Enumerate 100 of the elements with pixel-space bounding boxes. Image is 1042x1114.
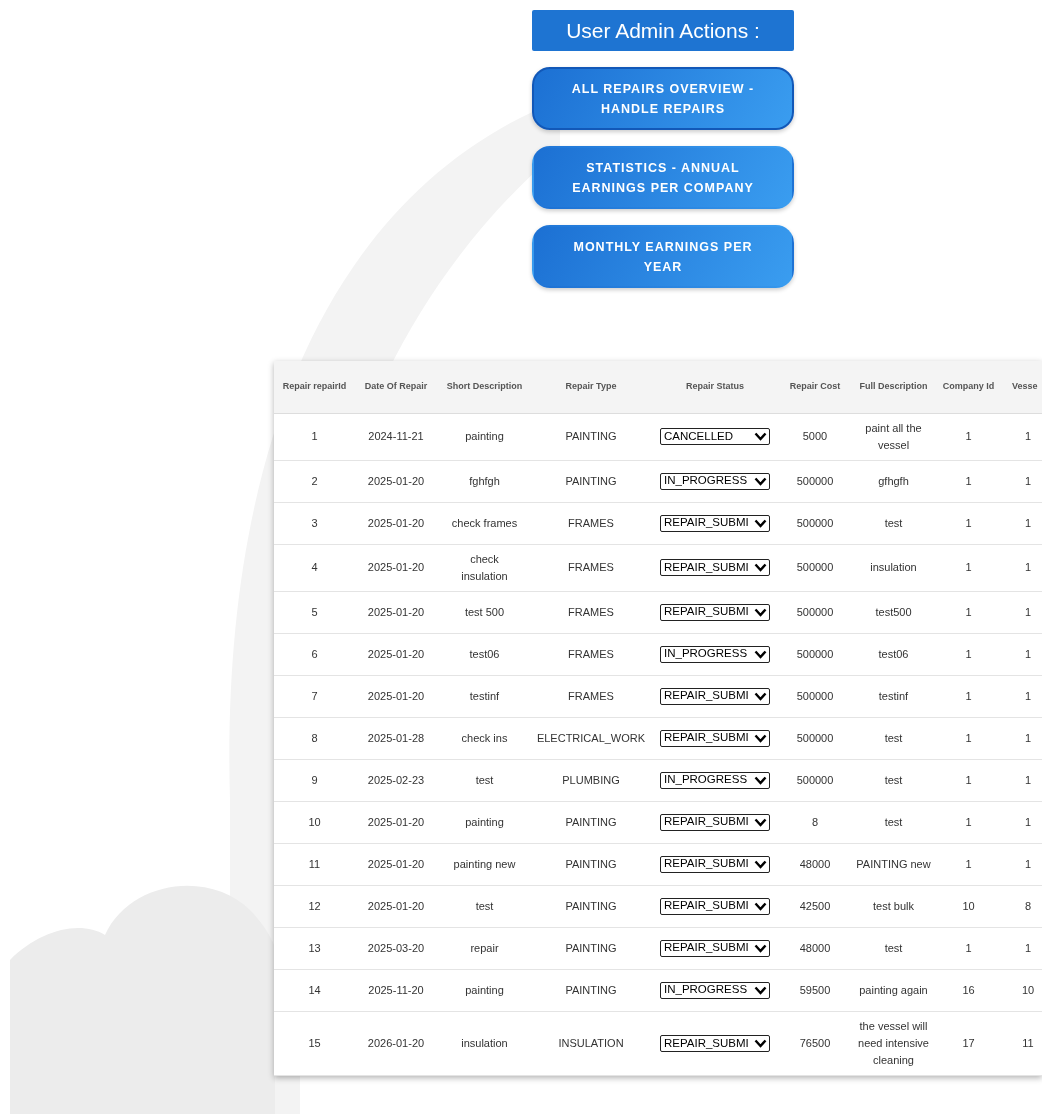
table-cell: 14 <box>308 983 321 996</box>
table-cell: 2025-01-20 <box>367 474 425 487</box>
chevron-down-icon <box>754 817 767 827</box>
table-cell: 1 <box>1024 689 1032 702</box>
chevron-down-icon <box>754 432 767 442</box>
table-cell: 17 <box>962 1036 975 1049</box>
table-cell: test <box>475 773 494 786</box>
table-cell: 1 <box>965 689 972 702</box>
table-cell: FRAMES <box>568 647 614 660</box>
table-cell: 500000 <box>796 731 834 744</box>
table-cell: 1 <box>1024 430 1032 442</box>
table-cell: 2025-01-20 <box>367 689 425 702</box>
chevron-down-icon <box>754 476 767 486</box>
table-cell: 8 <box>311 731 318 744</box>
status-dropdown[interactable]: IN_PROGRESS <box>660 771 770 789</box>
table-cell: painting <box>465 430 504 442</box>
table-cell: painting <box>465 983 504 996</box>
table-cell: test <box>884 773 903 786</box>
table-cell: gfhgfh <box>878 474 909 487</box>
table-cell: painting again <box>859 983 928 996</box>
table-cell: 2 <box>311 474 318 487</box>
table-cell: 6 <box>311 647 318 660</box>
status-dropdown[interactable]: IN_PROGRESS <box>660 645 770 663</box>
status-dropdown[interactable]: IN_PROGRESS <box>660 981 770 999</box>
table-cell: 59500 <box>799 983 831 996</box>
table-cell: FRAMES <box>568 561 614 574</box>
table-cell: 2025-02-23 <box>367 773 425 786</box>
table-cell: 1 <box>965 474 972 487</box>
table-cell: 1 <box>1024 647 1032 660</box>
action-button[interactable]: MONTHLY EARNINGS PER YEAR <box>532 225 794 288</box>
table-cell: 5000 <box>802 430 828 442</box>
action-button[interactable]: ALL REPAIRS OVERVIEW - HANDLE REPAIRS <box>532 67 794 130</box>
chevron-down-icon <box>754 901 767 911</box>
status-dropdown[interactable]: REPAIR_SUBMI <box>660 687 770 705</box>
status-dropdown[interactable]: REPAIR_SUBMI <box>660 939 770 957</box>
table-cell: 2025-01-20 <box>367 647 425 660</box>
table-cell: 1 <box>1024 605 1032 618</box>
status-dropdown[interactable]: REPAIR_SUBMI <box>660 813 770 831</box>
chevron-down-icon <box>754 691 767 701</box>
table-cell: insulation <box>461 1036 508 1049</box>
table-cell: 1 <box>965 430 972 442</box>
table-cell: 11 <box>308 857 321 870</box>
table-cell: 1 <box>965 773 972 786</box>
table-cell: 2025-01-20 <box>367 857 425 870</box>
section-title: User Admin Actions : <box>532 10 794 51</box>
table-cell: painting <box>465 815 504 828</box>
table-cell: 1 <box>965 516 972 529</box>
table-cell: 2025-01-20 <box>367 815 425 828</box>
table-cell: 1 <box>1024 731 1032 744</box>
table-cell: check ins <box>461 731 508 744</box>
table-cell: PAINTING <box>565 857 617 870</box>
table-cell: 12 <box>308 899 321 912</box>
status-dropdown[interactable]: REPAIR_SUBMI <box>660 514 770 532</box>
table-cell: 10 <box>962 899 975 912</box>
table-cell: 1 <box>965 731 972 744</box>
table-cell: the vessel will need intensive cleaning <box>858 1019 929 1066</box>
status-dropdown[interactable]: REPAIR_SUBMI <box>660 603 770 621</box>
table-cell: FRAMES <box>568 516 614 529</box>
status-dropdown[interactable]: REPAIR_SUBMI <box>660 855 770 873</box>
table-cell: 500000 <box>796 689 834 702</box>
table-cell: 8 <box>811 815 819 828</box>
table-cell: 1 <box>311 430 318 442</box>
table-cell: test06 <box>469 647 500 660</box>
table-cell: 2025-11-20 <box>368 983 424 996</box>
status-dropdown[interactable]: REPAIR_SUBMI <box>660 559 770 577</box>
action-button[interactable]: STATISTICS - ANNUAL EARNINGS PER COMPANY <box>532 146 794 209</box>
table-cell: test500 <box>875 605 912 618</box>
table-cell: 10 <box>1021 983 1035 996</box>
table-cell: 3 <box>311 516 318 529</box>
table-cell: 5 <box>311 605 318 618</box>
table-cell: check frames <box>451 516 518 529</box>
table-cell: test bulk <box>873 899 914 912</box>
table-cell: fghfgh <box>469 474 500 487</box>
table-cell: repair <box>470 941 499 954</box>
table-cell: testinf <box>878 689 909 702</box>
status-dropdown[interactable]: CANCELLED <box>660 428 770 446</box>
table-cell: 1 <box>1024 516 1032 529</box>
table-cell: 2024-11-21 <box>368 430 424 442</box>
table-cell: 1 <box>1024 773 1032 786</box>
table-cell: 2026-01-20 <box>367 1036 425 1049</box>
table-cell: 500000 <box>796 647 834 660</box>
table-cell: 500000 <box>796 605 834 618</box>
table-cell: 1 <box>965 561 972 574</box>
column-header: Repair Cost <box>789 381 841 391</box>
status-dropdown[interactable]: REPAIR_SUBMI <box>660 729 770 747</box>
table-cell: 2025-03-20 <box>367 941 425 954</box>
table-cell: 4 <box>311 561 318 574</box>
table-cell: PAINTING <box>565 815 617 828</box>
column-header: Short Description <box>446 381 523 391</box>
chevron-down-icon <box>754 563 767 573</box>
table-cell: painting new <box>453 857 516 870</box>
table-cell: 2025-01-20 <box>367 516 425 529</box>
table-cell: test 500 <box>464 605 505 618</box>
table-cell: FRAMES <box>568 605 614 618</box>
table-cell: 16 <box>962 983 975 996</box>
status-dropdown[interactable]: REPAIR_SUBMI <box>660 1034 770 1052</box>
table-cell: 48000 <box>799 941 831 954</box>
status-dropdown[interactable]: IN_PROGRESS <box>660 472 770 490</box>
status-dropdown[interactable]: REPAIR_SUBMI <box>660 897 770 915</box>
table-cell: 2025-01-28 <box>367 731 425 744</box>
